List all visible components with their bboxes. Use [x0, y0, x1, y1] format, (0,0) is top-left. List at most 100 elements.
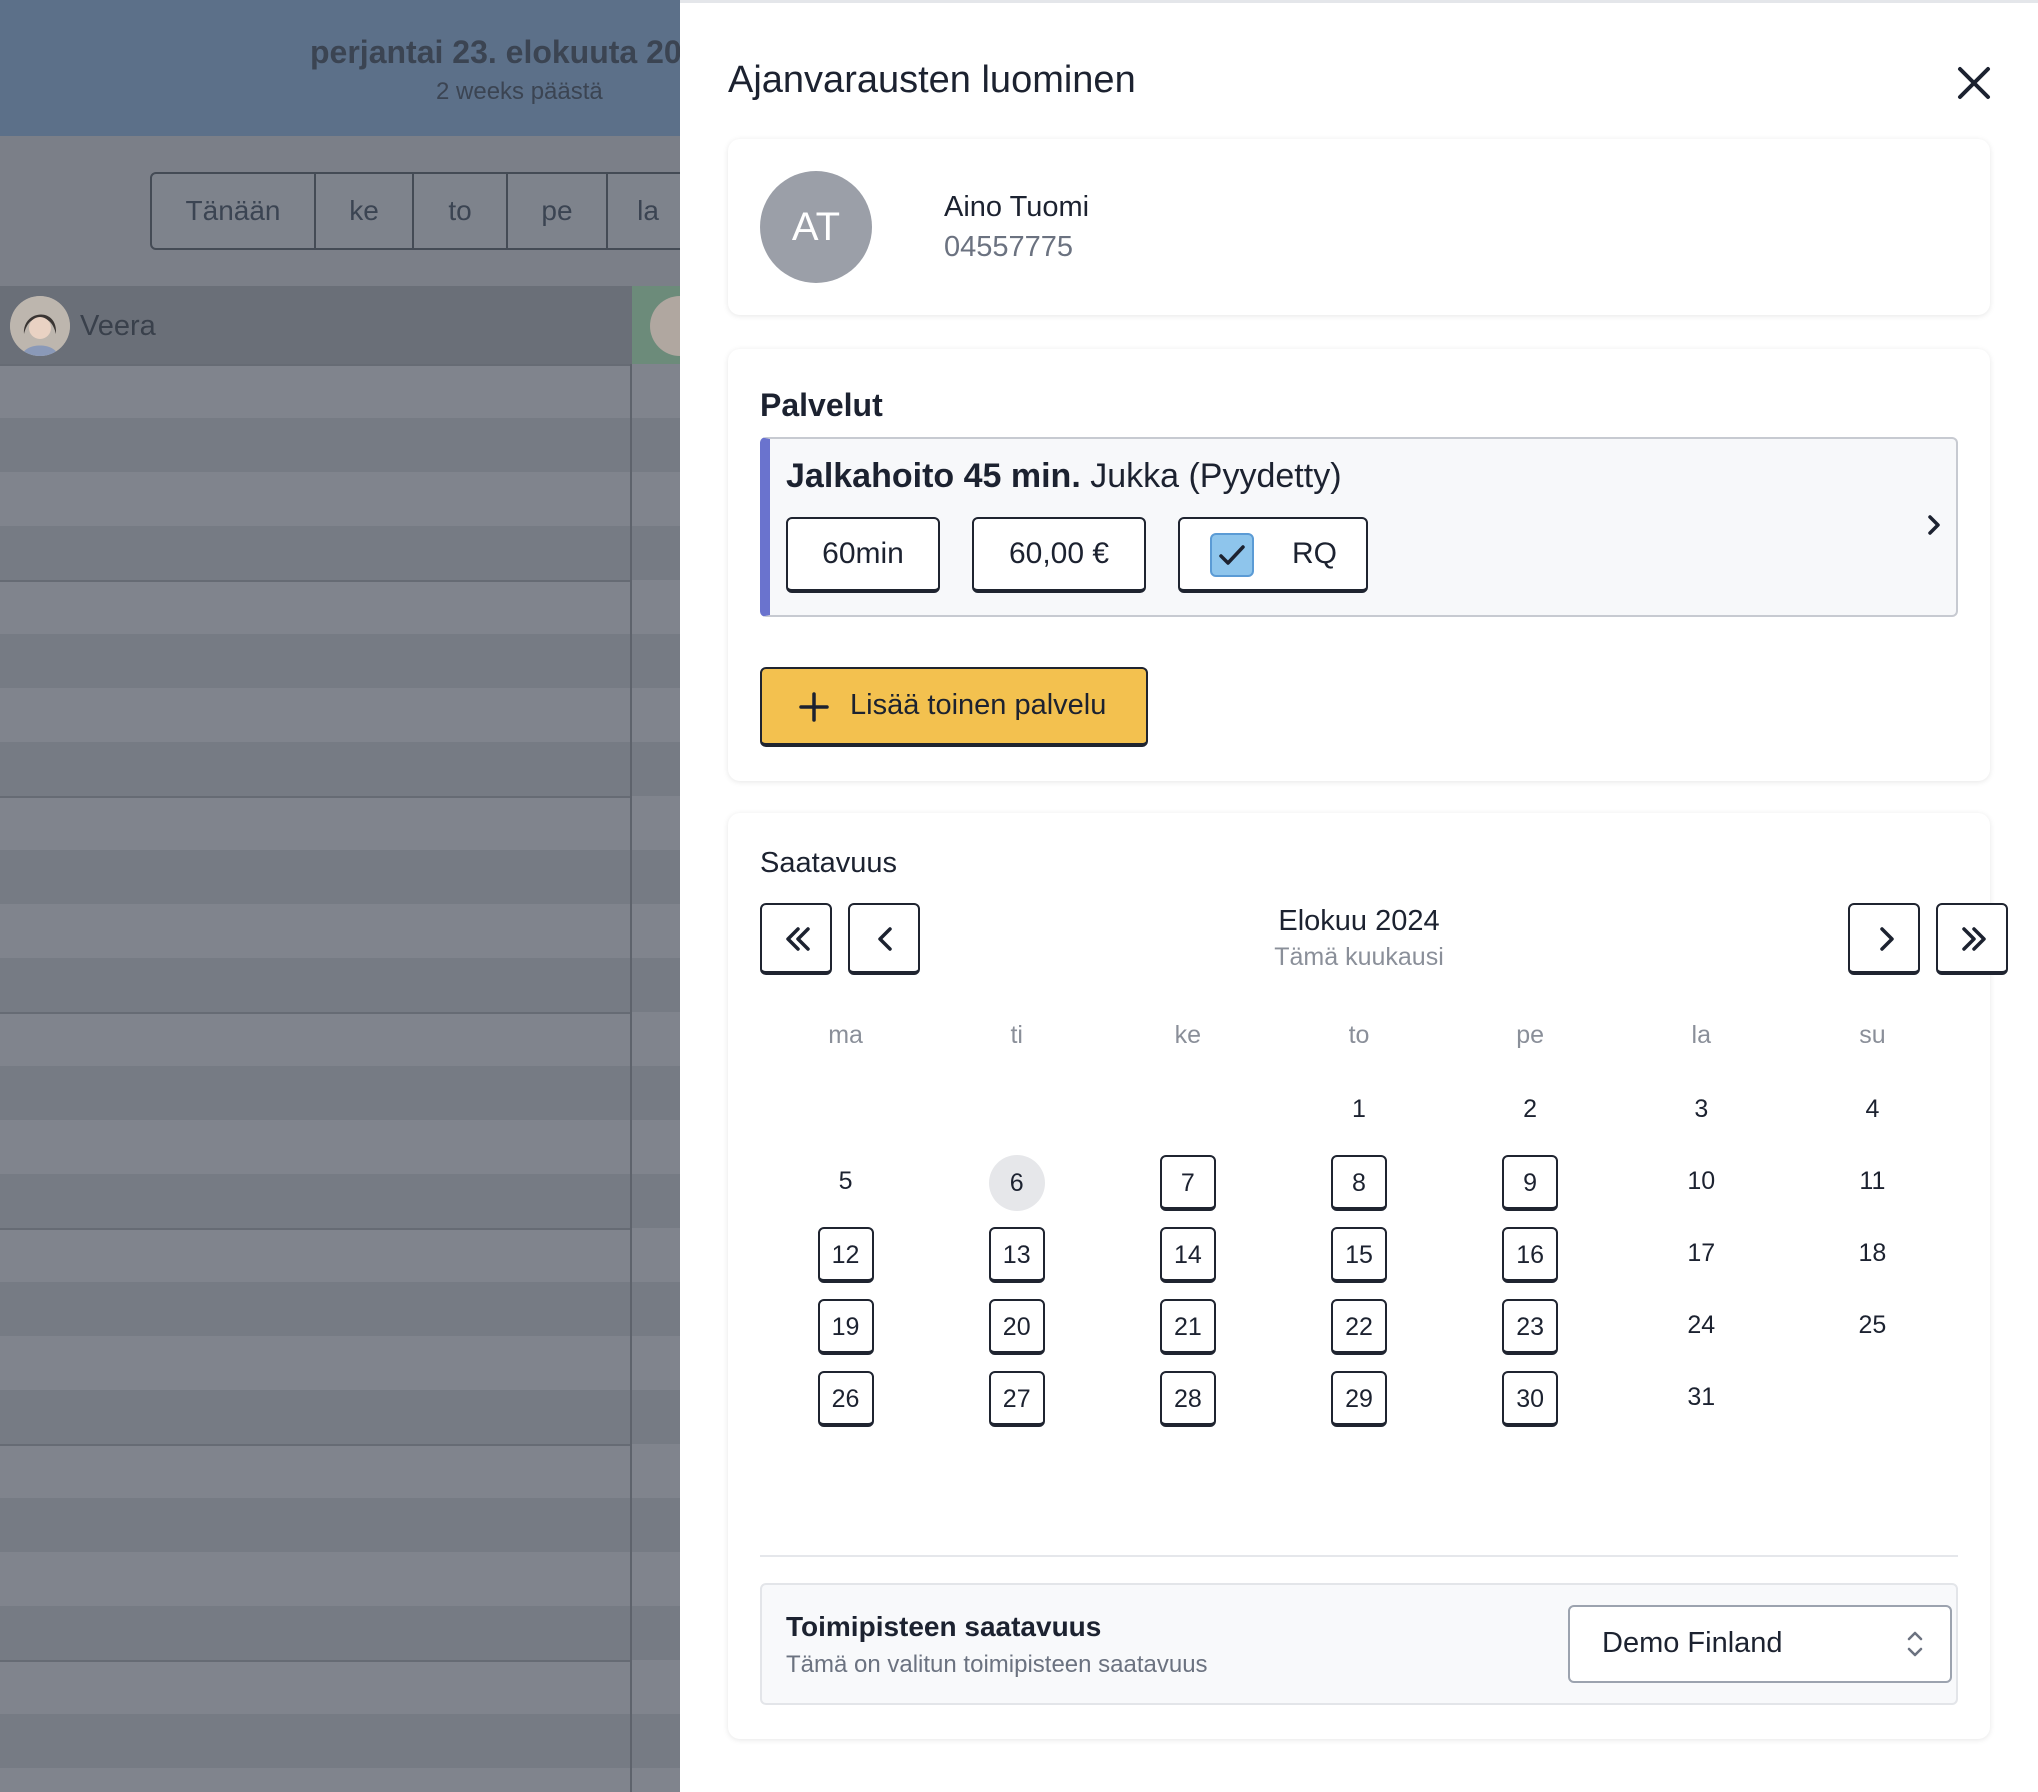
day-cell[interactable]: 30: [1445, 1363, 1616, 1435]
time-slot[interactable]: [0, 364, 680, 418]
available-day-button[interactable]: 12: [817, 1227, 874, 1283]
time-slot[interactable]: [0, 1714, 680, 1768]
time-slot[interactable]: [0, 1174, 680, 1228]
day-cell[interactable]: 20: [931, 1291, 1102, 1363]
price-button[interactable]: 60,00 €: [972, 517, 1146, 593]
time-slot[interactable]: [0, 1120, 680, 1174]
day-button-to[interactable]: to: [414, 174, 508, 248]
available-day-button[interactable]: 15: [1330, 1227, 1387, 1283]
time-slot[interactable]: [0, 796, 680, 850]
time-slot[interactable]: [0, 418, 680, 472]
time-slot[interactable]: [0, 742, 680, 796]
weekday-label: ti: [1010, 1021, 1023, 1049]
available-day-button[interactable]: 29: [1330, 1371, 1387, 1427]
time-slot[interactable]: [0, 1552, 680, 1606]
available-day-button[interactable]: 7: [1159, 1155, 1216, 1211]
day-cell[interactable]: 29: [1273, 1363, 1444, 1435]
add-service-label: Lisää toinen palvelu: [850, 689, 1107, 721]
day-number: 31: [1687, 1383, 1716, 1411]
day-number: 3: [1694, 1095, 1709, 1123]
available-day-button[interactable]: 20: [988, 1299, 1045, 1355]
service-item[interactable]: Jalkahoito 45 min. Jukka (Pyydetty) 60mi…: [760, 437, 1958, 617]
weekday-label: la: [1691, 1021, 1711, 1049]
day-number: 10: [1687, 1167, 1716, 1195]
time-slot[interactable]: [0, 1660, 680, 1714]
time-slot[interactable]: [0, 1336, 680, 1390]
time-slot[interactable]: [0, 1606, 680, 1660]
time-slot[interactable]: [0, 1498, 680, 1552]
day-cell[interactable]: 28: [1102, 1363, 1273, 1435]
services-card: Palvelut Jalkahoito 45 min. Jukka (Pyyde…: [728, 349, 1990, 781]
available-day-button[interactable]: 9: [1502, 1155, 1559, 1211]
time-slot[interactable]: [0, 850, 680, 904]
available-day-button[interactable]: 13: [988, 1227, 1045, 1283]
time-slot[interactable]: [0, 1228, 680, 1282]
day-cell[interactable]: 21: [1102, 1291, 1273, 1363]
time-slot[interactable]: [0, 1444, 680, 1498]
day-cell: 3: [1616, 1075, 1787, 1147]
rq-checkbox[interactable]: [1210, 533, 1254, 577]
calendar-time-grid[interactable]: [0, 364, 680, 1792]
location-title: Toimipisteen saatavuus: [786, 1611, 1102, 1642]
location-availability: Toimipisteen saatavuus Tämä on valitun t…: [760, 1583, 1958, 1705]
day-cell[interactable]: 19: [760, 1291, 931, 1363]
time-slot[interactable]: [0, 958, 680, 1012]
day-cell[interactable]: 7: [1102, 1147, 1273, 1219]
day-cell: 2: [1445, 1075, 1616, 1147]
staff-name: Veera: [80, 310, 156, 342]
day-cell[interactable]: 12: [760, 1219, 931, 1291]
day-cell[interactable]: 8: [1273, 1147, 1444, 1219]
day-button-group: Tänään ke to pe la: [150, 172, 680, 250]
time-slot[interactable]: [0, 580, 680, 634]
day-cell[interactable]: 15: [1273, 1219, 1444, 1291]
day-button-la[interactable]: la: [608, 174, 680, 248]
day-cell: 24: [1616, 1291, 1787, 1363]
available-day-button[interactable]: 23: [1502, 1299, 1559, 1355]
time-slot[interactable]: [0, 1066, 680, 1120]
available-day-button[interactable]: 21: [1159, 1299, 1216, 1355]
time-slot[interactable]: [0, 1012, 680, 1066]
weekday-header: ma ti ke to pe la su: [760, 1021, 1958, 1050]
rq-label: RQ: [1292, 537, 1337, 570]
next-year-button[interactable]: [1936, 903, 2008, 975]
available-day-button[interactable]: 22: [1330, 1299, 1387, 1355]
calendar-date-subtitle: 2 weeks päästä: [436, 78, 603, 105]
day-button-ke[interactable]: ke: [316, 174, 414, 248]
time-slot[interactable]: [0, 904, 680, 958]
day-cell[interactable]: 27: [931, 1363, 1102, 1435]
day-cell[interactable]: 23: [1445, 1291, 1616, 1363]
time-slot[interactable]: [0, 526, 680, 580]
day-cell[interactable]: 16: [1445, 1219, 1616, 1291]
time-slot[interactable]: [0, 688, 680, 742]
next-month-button[interactable]: [1848, 903, 1920, 975]
time-slot[interactable]: [0, 472, 680, 526]
day-cell: 10: [1616, 1147, 1787, 1219]
rq-toggle[interactable]: RQ: [1178, 517, 1368, 593]
available-day-button[interactable]: 14: [1159, 1227, 1216, 1283]
day-cell[interactable]: 14: [1102, 1219, 1273, 1291]
day-cell[interactable]: 13: [931, 1219, 1102, 1291]
location-select[interactable]: Demo Finland: [1568, 1605, 1952, 1683]
time-slot[interactable]: [0, 1282, 680, 1336]
add-service-button[interactable]: Lisää toinen palvelu: [760, 667, 1148, 747]
day-button-pe[interactable]: pe: [508, 174, 608, 248]
available-day-button[interactable]: 26: [817, 1371, 874, 1427]
available-day-button[interactable]: 28: [1159, 1371, 1216, 1427]
available-day-button[interactable]: 8: [1330, 1155, 1387, 1211]
customer-name: Aino Tuomi: [944, 191, 1090, 223]
available-day-button[interactable]: 30: [1502, 1371, 1559, 1427]
day-cell[interactable]: 9: [1445, 1147, 1616, 1219]
time-slot[interactable]: [0, 1390, 680, 1444]
today-button[interactable]: Tänään: [152, 174, 316, 248]
chevron-right-icon[interactable]: [1920, 511, 1948, 539]
time-slot[interactable]: [0, 1768, 680, 1792]
day-cell: 4: [1787, 1075, 1958, 1147]
day-cell[interactable]: 26: [760, 1363, 931, 1435]
close-icon[interactable]: [1948, 57, 2000, 109]
available-day-button[interactable]: 27: [988, 1371, 1045, 1427]
duration-button[interactable]: 60min: [786, 517, 940, 593]
time-slot[interactable]: [0, 634, 680, 688]
available-day-button[interactable]: 19: [817, 1299, 874, 1355]
day-cell[interactable]: 22: [1273, 1291, 1444, 1363]
available-day-button[interactable]: 16: [1502, 1227, 1559, 1283]
